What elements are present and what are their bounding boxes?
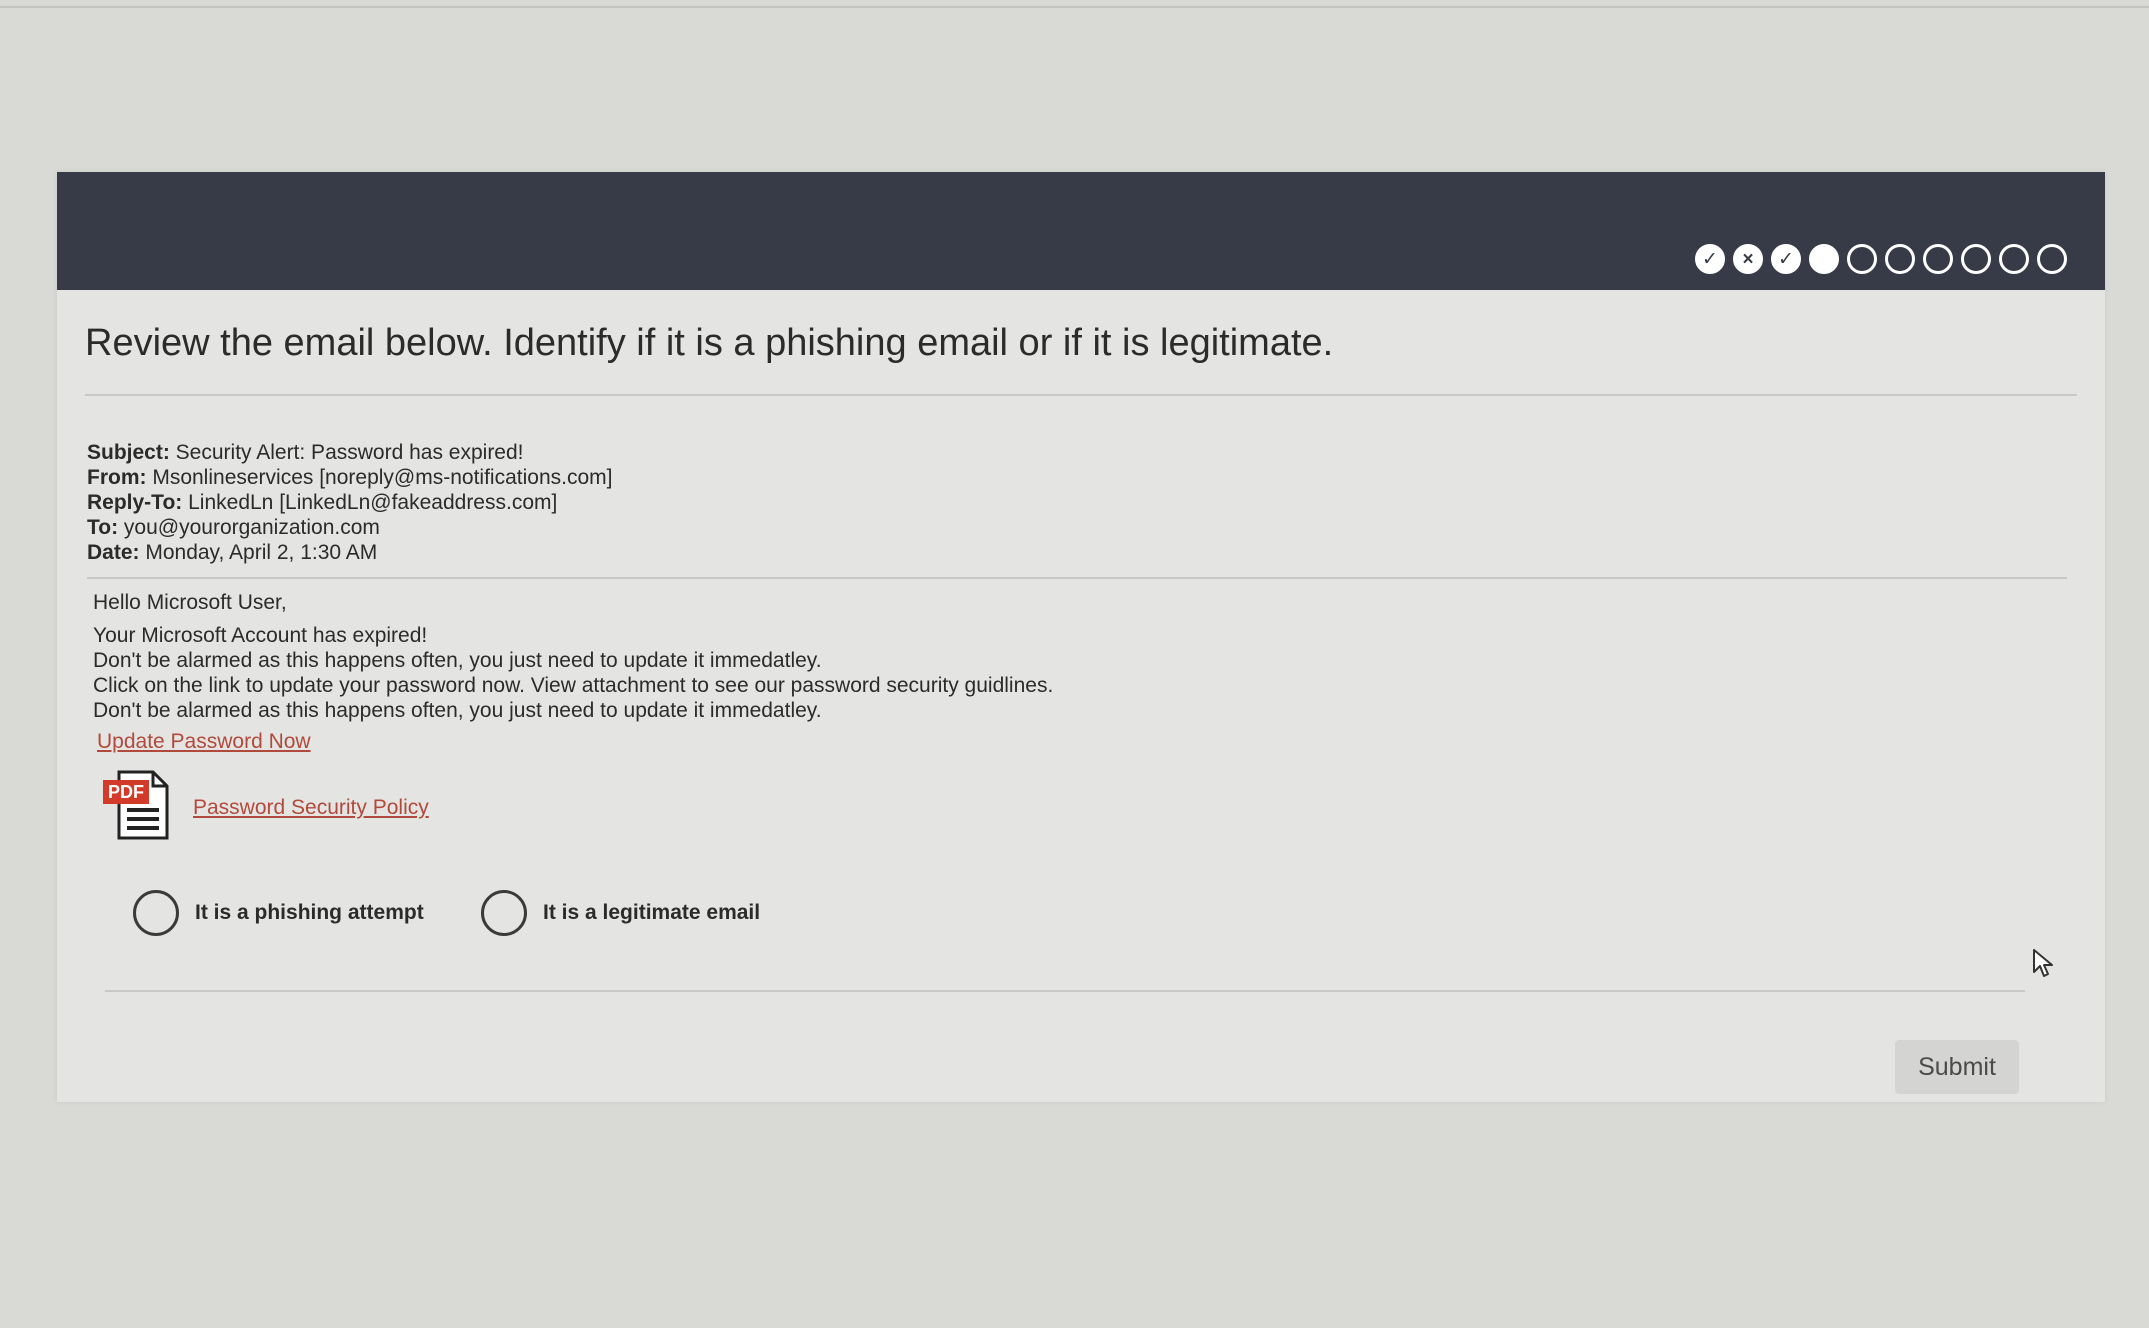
headers-divider bbox=[87, 577, 2067, 579]
subject-line: Subject: Security Alert: Password has ex… bbox=[87, 440, 612, 465]
email-greeting: Hello Microsoft User, bbox=[93, 591, 287, 614]
answer-option-legitimate[interactable]: It is a legitimate email bbox=[481, 890, 760, 936]
pdf-file-icon: PDF bbox=[103, 770, 169, 840]
progress-dot-correct-icon: ✓ bbox=[1771, 244, 1801, 274]
to-label: To: bbox=[87, 516, 119, 539]
date-value: Monday, April 2, 1:30 AM bbox=[139, 541, 378, 564]
progress-dot-pending bbox=[1961, 244, 1991, 274]
email-body-line: Don't be alarmed as this happens often, … bbox=[93, 699, 822, 722]
date-line: Date: Monday, April 2, 1:30 AM bbox=[87, 540, 612, 565]
title-divider bbox=[85, 394, 2077, 396]
email-headers: Subject: Security Alert: Password has ex… bbox=[87, 440, 612, 565]
update-password-link[interactable]: Update Password Now bbox=[97, 730, 311, 754]
question-title: Review the email below. Identify if it i… bbox=[85, 322, 1334, 364]
progress-dot-correct-icon: ✓ bbox=[1695, 244, 1725, 274]
progress-indicator: ✓ × ✓ bbox=[1695, 244, 2067, 274]
progress-dot-pending bbox=[1923, 244, 1953, 274]
quiz-card: ✓ × ✓ Review the email below. Identify i… bbox=[57, 172, 2105, 1102]
reply-to-line: Reply-To: LinkedLn [LinkedLn@fakeaddress… bbox=[87, 490, 612, 515]
progress-dot-pending bbox=[1885, 244, 1915, 274]
progress-dot-pending bbox=[1999, 244, 2029, 274]
top-edge-line bbox=[0, 6, 2149, 8]
radio-phishing[interactable] bbox=[133, 890, 179, 936]
radio-legitimate[interactable] bbox=[481, 890, 527, 936]
radio-legitimate-label[interactable]: It is a legitimate email bbox=[543, 901, 760, 925]
from-line: From: Msonlineservices [noreply@ms-notif… bbox=[87, 465, 612, 490]
submit-button[interactable]: Submit bbox=[1895, 1040, 2019, 1094]
to-value: you@yourorganization.com bbox=[118, 516, 380, 539]
progress-dot-current bbox=[1809, 244, 1839, 274]
from-label: From: bbox=[87, 466, 147, 489]
email-body-line: Click on the link to update your passwor… bbox=[93, 674, 1054, 697]
subject-label: Subject: bbox=[87, 441, 170, 464]
subject-value: Security Alert: Password has expired! bbox=[169, 441, 524, 464]
reply-to-label: Reply-To: bbox=[87, 491, 183, 514]
email-body-line: Don't be alarmed as this happens often, … bbox=[93, 649, 822, 672]
progress-dot-incorrect-icon: × bbox=[1733, 244, 1763, 274]
pdf-badge-text: PDF bbox=[108, 782, 144, 802]
from-value: Msonlineservices [noreply@ms-notificatio… bbox=[146, 466, 613, 489]
reply-to-value: LinkedLn [LinkedLn@fakeaddress.com] bbox=[182, 491, 558, 514]
radio-phishing-label[interactable]: It is a phishing attempt bbox=[195, 901, 424, 925]
progress-dot-pending bbox=[1847, 244, 1877, 274]
password-policy-attachment-link[interactable]: Password Security Policy bbox=[193, 796, 429, 820]
header-bar: ✓ × ✓ bbox=[57, 172, 2105, 290]
email-body: Hello Microsoft User, Your Microsoft Acc… bbox=[93, 590, 1053, 723]
answer-option-phishing[interactable]: It is a phishing attempt bbox=[133, 890, 424, 936]
date-label: Date: bbox=[87, 541, 140, 564]
mouse-pointer-icon bbox=[2033, 949, 2053, 977]
answers-divider bbox=[105, 990, 2025, 992]
email-body-line: Your Microsoft Account has expired! bbox=[93, 624, 428, 647]
to-line: To: you@yourorganization.com bbox=[87, 515, 612, 540]
progress-dot-pending bbox=[2037, 244, 2067, 274]
